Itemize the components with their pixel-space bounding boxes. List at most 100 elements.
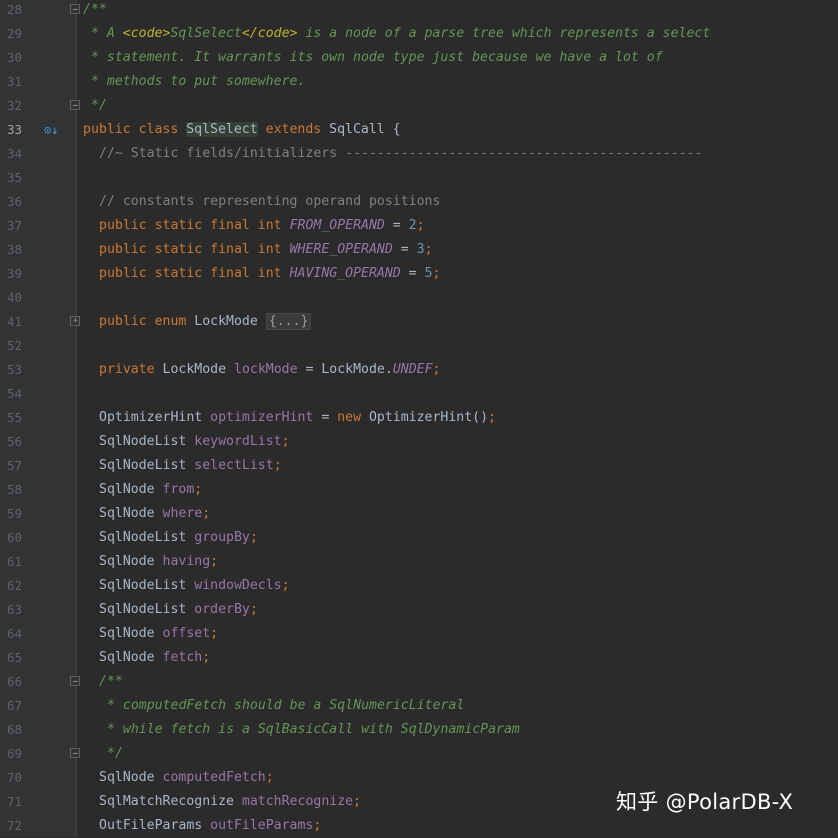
code-line[interactable]: 56 SqlNodeList keywordList; xyxy=(0,430,838,454)
code-token: = xyxy=(400,266,425,281)
line-number[interactable]: 35 xyxy=(0,166,22,190)
code-text: public static final int WHERE_OPERAND = … xyxy=(99,238,433,262)
code-line[interactable]: 55 OptimizerHint optimizerHint = new Opti… xyxy=(0,406,838,430)
code-text: /** xyxy=(83,0,107,22)
line-number[interactable]: 32 xyxy=(0,94,22,118)
line-number[interactable]: 36 xyxy=(0,190,22,214)
line-number[interactable]: 72 xyxy=(0,814,22,838)
line-number[interactable]: 71 xyxy=(0,790,22,814)
line-number[interactable]: 62 xyxy=(0,574,22,598)
code-line[interactable]: 34 //~ Static fields/initializers -------… xyxy=(0,142,838,166)
code-line[interactable]: 60 SqlNodeList groupBy; xyxy=(0,526,838,550)
code-line[interactable]: 67 * computedFetch should be a SqlNumeric… xyxy=(0,694,838,718)
code-token: ; xyxy=(202,506,211,521)
code-line[interactable]: 37 public static final int FROM_OPERAND =… xyxy=(0,214,838,238)
line-number[interactable]: 41 xyxy=(0,310,22,334)
code-line[interactable]: 61 SqlNode having; xyxy=(0,550,838,574)
code-token: SqlNodeList xyxy=(99,578,195,593)
code-line[interactable]: 35 xyxy=(0,166,838,190)
code-line[interactable]: 59 SqlNode where; xyxy=(0,502,838,526)
line-number[interactable]: 40 xyxy=(0,286,22,310)
code-token: ; xyxy=(313,818,322,833)
line-number[interactable]: 69 xyxy=(0,742,22,766)
line-number[interactable]: 63 xyxy=(0,598,22,622)
line-number[interactable]: 61 xyxy=(0,550,22,574)
code-token: HAVING_OPERAND xyxy=(289,266,401,281)
line-number[interactable]: 39 xyxy=(0,262,22,286)
code-line[interactable]: 28 /** xyxy=(0,0,838,22)
code-token: ; xyxy=(488,410,497,425)
code-token: groupBy xyxy=(194,530,250,545)
code-token: 5 xyxy=(424,266,433,281)
code-token: */ xyxy=(91,98,107,113)
code-line[interactable]: 63 SqlNodeList orderBy; xyxy=(0,598,838,622)
line-number[interactable]: 66 xyxy=(0,670,22,694)
code-token: offset xyxy=(162,626,211,641)
line-number[interactable]: 70 xyxy=(0,766,22,790)
line-number[interactable]: 65 xyxy=(0,646,22,670)
code-line[interactable]: 32 */ xyxy=(0,94,838,118)
code-token: // constants representing operand positi… xyxy=(99,194,441,209)
code-line[interactable]: 31 * methods to put somewhere. xyxy=(0,70,838,94)
fold-collapse-icon[interactable] xyxy=(70,100,80,110)
code-line[interactable]: 30 * statement. It warrants its own node … xyxy=(0,46,838,70)
line-number[interactable]: 56 xyxy=(0,430,22,454)
line-number[interactable]: 57 xyxy=(0,454,22,478)
code-token: FROM_OPERAND xyxy=(289,218,385,233)
code-line[interactable]: 38 public static final int WHERE_OPERAND … xyxy=(0,238,838,262)
line-number[interactable]: 68 xyxy=(0,718,22,742)
line-number[interactable]: 59 xyxy=(0,502,22,526)
code-text: SqlNodeList groupBy; xyxy=(99,526,258,550)
line-number[interactable]: 58 xyxy=(0,478,22,502)
fold-collapse-icon[interactable] xyxy=(70,676,80,686)
code-text: * while fetch is a SqlBasicCall with Sql… xyxy=(107,718,520,742)
line-number[interactable]: 30 xyxy=(0,46,22,70)
code-line[interactable]: 36 // constants representing operand posi… xyxy=(0,190,838,214)
line-number[interactable]: 64 xyxy=(0,622,22,646)
fold-collapse-icon[interactable] xyxy=(70,748,80,758)
code-line[interactable]: 41 public enum LockMode {...} xyxy=(0,310,838,334)
code-line[interactable]: 65 SqlNode fetch; xyxy=(0,646,838,670)
line-number[interactable]: 52 xyxy=(0,334,22,358)
code-line[interactable]: 54 xyxy=(0,382,838,406)
line-number[interactable]: 31 xyxy=(0,70,22,94)
code-line[interactable]: 33 ⊙↓ public class SqlSelect extends SqlCa… xyxy=(0,118,838,142)
code-editor[interactable]: 28 /** 29 * A <code>SqlSelect</code> is a n… xyxy=(0,0,838,837)
line-number[interactable]: 38 xyxy=(0,238,22,262)
code-line[interactable]: 69 */ xyxy=(0,742,838,766)
line-number[interactable]: 54 xyxy=(0,382,22,406)
code-token: * methods to put somewhere. xyxy=(91,74,306,89)
code-line[interactable]: 40 xyxy=(0,286,838,310)
fold-collapse-icon[interactable] xyxy=(70,4,80,14)
line-number[interactable]: 33 xyxy=(0,118,22,142)
code-token: = LockMode. xyxy=(297,362,393,377)
code-line[interactable]: 62 SqlNodeList windowDecls; xyxy=(0,574,838,598)
line-number[interactable]: 67 xyxy=(0,694,22,718)
code-token: OptimizerHint xyxy=(99,410,211,425)
code-line[interactable]: 58 SqlNode from; xyxy=(0,478,838,502)
implementation-icon[interactable]: ⊙↓ xyxy=(44,122,64,138)
code-line[interactable]: 66 /** xyxy=(0,670,838,694)
code-line[interactable]: 29 * A <code>SqlSelect</code> is a node o… xyxy=(0,22,838,46)
code-token: ; xyxy=(281,434,290,449)
line-number[interactable]: 53 xyxy=(0,358,22,382)
line-number[interactable]: 60 xyxy=(0,526,22,550)
code-line[interactable]: 68 * while fetch is a SqlBasicCall with S… xyxy=(0,718,838,742)
line-number[interactable]: 37 xyxy=(0,214,22,238)
folded-code-placeholder[interactable]: {...} xyxy=(265,313,312,330)
code-line[interactable]: 72 OutFileParams outFileParams; xyxy=(0,814,838,838)
fold-expand-icon[interactable] xyxy=(70,316,80,326)
code-text: SqlNode fetch; xyxy=(99,646,210,670)
code-token: /** xyxy=(83,2,107,17)
code-line[interactable]: 64 SqlNode offset; xyxy=(0,622,838,646)
code-line[interactable]: 57 SqlNodeList selectList; xyxy=(0,454,838,478)
code-token: windowDecls xyxy=(194,578,282,593)
line-number[interactable]: 34 xyxy=(0,142,22,166)
code-line[interactable]: 39 public static final int HAVING_OPERAND… xyxy=(0,262,838,286)
line-number[interactable]: 28 xyxy=(0,0,22,22)
code-line[interactable]: 53 private LockMode lockMode = LockMode.U… xyxy=(0,358,838,382)
code-line[interactable]: 52 xyxy=(0,334,838,358)
code-token: SqlNode xyxy=(99,506,163,521)
line-number[interactable]: 55 xyxy=(0,406,22,430)
line-number[interactable]: 29 xyxy=(0,22,22,46)
